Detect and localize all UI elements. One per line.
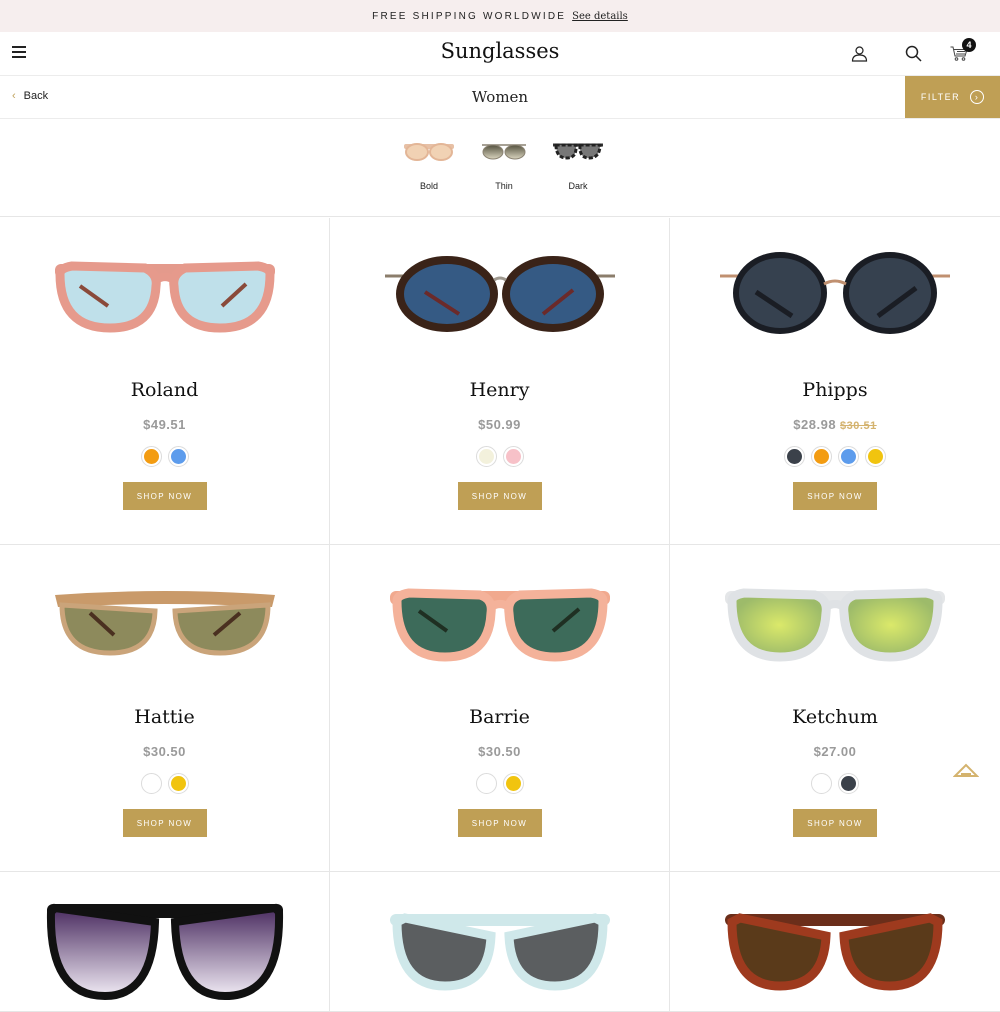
color-swatches: [670, 446, 1000, 467]
product-name[interactable]: Roland: [0, 379, 329, 401]
product-price: $30.50: [143, 744, 186, 759]
product-name[interactable]: Ketchum: [670, 706, 1000, 728]
color-swatch[interactable]: [167, 773, 189, 794]
product-name[interactable]: Phipps: [670, 379, 1000, 401]
product-name[interactable]: Barrie: [330, 706, 669, 728]
product-name[interactable]: Hattie: [0, 706, 329, 728]
product-card[interactable]: [670, 872, 1000, 1012]
bold-glasses-icon: [404, 143, 454, 161]
shop-now-button[interactable]: SHOP NOW: [122, 482, 207, 510]
cart-count-badge: 4: [962, 38, 976, 52]
product-price: $27.00: [813, 744, 857, 759]
shop-now-button[interactable]: SHOP NOW: [457, 482, 542, 510]
color-swatch[interactable]: [838, 773, 859, 794]
color-swatch[interactable]: [140, 773, 162, 794]
black-sunglasses-image: [46, 903, 283, 1001]
color-swatch[interactable]: [475, 773, 497, 794]
product-name[interactable]: Henry: [330, 379, 669, 401]
site-logo[interactable]: Sunglasses: [0, 39, 1000, 63]
color-swatch[interactable]: [140, 446, 162, 467]
shop-now-button[interactable]: SHOP NOW: [122, 809, 207, 837]
ketchum-sunglasses-image: [725, 588, 945, 662]
category-bar: ‹ Back Women FILTER ›: [0, 76, 1000, 119]
roland-sunglasses-image: [54, 261, 275, 333]
thin-glasses-icon: [482, 144, 526, 160]
product-card-phipps[interactable]: Phipps $28.98 $30.51 SHOP NOW: [670, 218, 1000, 545]
style-option-thin[interactable]: Thin: [474, 139, 534, 191]
style-selector: Bold Thin Dark: [0, 119, 1000, 217]
promo-text: FREE SHIPPING WORLDWIDE: [372, 10, 567, 22]
product-card-hattie[interactable]: Hattie $30.50 SHOP NOW: [0, 545, 330, 872]
color-swatches: [0, 773, 329, 794]
product-price: $30.50: [478, 744, 521, 759]
promo-bar: FREE SHIPPING WORLDWIDE See details: [0, 0, 1000, 32]
phipps-sunglasses-image: [720, 252, 950, 334]
see-details-link[interactable]: See details: [572, 11, 628, 22]
hattie-sunglasses-image: [54, 591, 275, 656]
site-header: Sunglasses 4: [0, 32, 1000, 76]
product-price: $50.99: [478, 417, 521, 432]
style-label: Bold: [419, 181, 438, 191]
search-icon[interactable]: [905, 45, 922, 67]
color-swatch[interactable]: [811, 773, 832, 794]
scroll-to-top-icon[interactable]: [952, 762, 980, 783]
henry-sunglasses-image: [384, 256, 615, 332]
dark-glasses-icon: [553, 143, 603, 160]
style-option-dark[interactable]: Dark: [548, 139, 608, 191]
color-swatches: [0, 446, 329, 467]
user-icon[interactable]: [851, 45, 868, 67]
color-swatch[interactable]: [502, 773, 524, 794]
color-swatch[interactable]: [502, 446, 524, 467]
filter-button[interactable]: FILTER ›: [905, 76, 1000, 118]
style-option-bold[interactable]: Bold: [399, 139, 459, 191]
color-swatch[interactable]: [838, 446, 859, 467]
mint-sunglasses-image: [389, 913, 610, 991]
product-card-roland[interactable]: Roland $49.51 SHOP NOW: [0, 218, 330, 545]
product-card-henry[interactable]: Henry $50.99 SHOP NOW: [330, 218, 670, 545]
color-swatch[interactable]: [784, 446, 805, 467]
original-price: $30.51: [840, 420, 877, 432]
color-swatches: [670, 773, 1000, 794]
product-card[interactable]: [0, 872, 330, 1012]
product-price: $28.98 $30.51: [793, 417, 877, 432]
color-swatches: [330, 773, 669, 794]
color-swatch[interactable]: [865, 446, 886, 467]
product-card-barrie[interactable]: Barrie $30.50 SHOP NOW: [330, 545, 670, 872]
barrie-sunglasses-image: [389, 588, 610, 662]
shop-now-button[interactable]: SHOP NOW: [793, 809, 877, 837]
product-card-ketchum[interactable]: Ketchum $27.00 SHOP NOW: [670, 545, 1000, 872]
color-swatch[interactable]: [811, 446, 832, 467]
page-title: Women: [471, 88, 529, 106]
filter-label: FILTER: [920, 92, 961, 102]
chevron-right-icon: ›: [970, 90, 985, 104]
style-label: Thin: [495, 181, 513, 191]
tortoise-sunglasses-image: [725, 913, 945, 991]
product-price: $49.51: [143, 417, 186, 432]
shop-now-button[interactable]: SHOP NOW: [457, 809, 542, 837]
product-card[interactable]: [330, 872, 670, 1012]
cart-icon[interactable]: 4: [950, 38, 976, 67]
color-swatches: [330, 446, 669, 467]
color-swatch[interactable]: [167, 446, 189, 467]
shop-now-button[interactable]: SHOP NOW: [793, 482, 877, 510]
color-swatch[interactable]: [475, 446, 497, 467]
style-label: Dark: [568, 181, 588, 191]
